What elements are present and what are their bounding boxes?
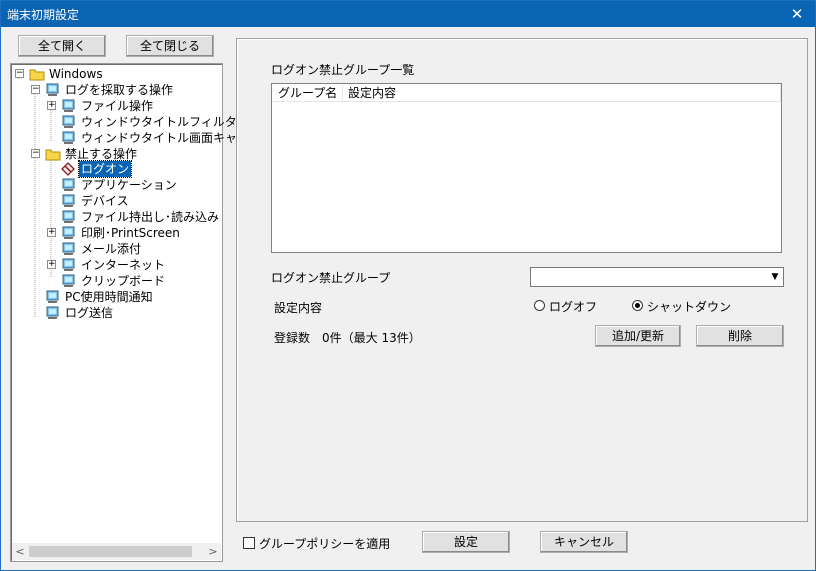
monitor-icon bbox=[62, 210, 75, 224]
tree-item-label[interactable]: 禁止する操作 bbox=[63, 146, 139, 162]
list-header: グループ名 設定内容 bbox=[273, 85, 781, 102]
tree-item[interactable]: メール添付 bbox=[11, 241, 222, 257]
group-label: ログオン禁止グループ bbox=[271, 271, 391, 285]
collapse-icon[interactable]: − bbox=[15, 69, 24, 78]
collapse-icon[interactable]: − bbox=[31, 148, 40, 158]
tree-item-label[interactable]: ウィンドウタイトルフィルタ bbox=[79, 114, 239, 130]
expand-all-button[interactable]: 全て開く bbox=[18, 35, 106, 57]
tree-item[interactable]: アプリケーション bbox=[11, 177, 222, 193]
collapse-all-button[interactable]: 全て閉じる bbox=[126, 35, 214, 57]
column-group-name[interactable]: グループ名 bbox=[273, 85, 343, 102]
tree-item-label[interactable]: ウィンドウタイトル画面キャ bbox=[79, 130, 239, 146]
tree-item[interactable]: − Windows bbox=[11, 66, 222, 82]
tree-item[interactable]: PC使用時間通知 bbox=[11, 289, 222, 305]
group-select[interactable]: ▼ bbox=[530, 267, 784, 287]
radio-logoff[interactable] bbox=[534, 300, 545, 311]
tree-item[interactable]: ログ送信 bbox=[11, 305, 222, 321]
radio-shutdown-label[interactable]: シャットダウン bbox=[647, 298, 731, 315]
folder-icon bbox=[29, 69, 45, 81]
chevron-down-icon[interactable]: ▼ bbox=[769, 270, 781, 284]
monitor-icon bbox=[62, 274, 75, 287]
tree-item[interactable]: + 印刷･PrintScreen bbox=[11, 225, 222, 241]
expand-icon[interactable]: + bbox=[47, 259, 56, 269]
monitor-icon bbox=[62, 99, 75, 112]
list-title: ログオン禁止グループ一覧 bbox=[271, 63, 415, 77]
tree-item-label[interactable]: メール添付 bbox=[79, 241, 143, 257]
monitor-icon bbox=[46, 306, 59, 319]
close-icon[interactable]: ✕ bbox=[779, 1, 815, 27]
tree-item[interactable]: ウィンドウタイトル画面キャ bbox=[11, 130, 237, 146]
monitor-icon bbox=[46, 83, 59, 96]
diamond-icon bbox=[61, 162, 75, 177]
expand-icon[interactable]: + bbox=[47, 100, 56, 110]
tree-item-label[interactable]: アプリケーション bbox=[79, 177, 179, 193]
settings-window: 端末初期設定 ✕ 全て開く 全て閉じる − Windows − ログを採取する操作 + フ… bbox=[0, 0, 816, 571]
radio-shutdown[interactable] bbox=[632, 300, 643, 311]
expand-icon[interactable]: + bbox=[47, 228, 56, 237]
tree-item-label[interactable]: ファイル持出し･読み込み bbox=[79, 209, 221, 225]
group-list[interactable]: グループ名 設定内容 bbox=[271, 83, 782, 253]
tree-item[interactable]: ウィンドウタイトルフィルタ bbox=[11, 114, 237, 130]
tree-item-label[interactable]: ファイル操作 bbox=[79, 98, 155, 114]
scroll-right-icon[interactable]: > bbox=[205, 543, 221, 560]
horizontal-scrollbar[interactable]: < > bbox=[12, 543, 221, 560]
monitor-icon bbox=[62, 178, 75, 192]
title-bar: 端末初期設定 ✕ bbox=[1, 1, 815, 27]
monitor-icon bbox=[62, 226, 75, 239]
tree-item-label[interactable]: Windows bbox=[47, 66, 105, 82]
add-update-button[interactable]: 追加/更新 bbox=[595, 325, 681, 347]
tree-item-label[interactable]: ログオン bbox=[77, 160, 133, 179]
column-setting[interactable]: 設定内容 bbox=[343, 85, 781, 102]
tree-item[interactable]: ファイル持出し･読み込み bbox=[11, 209, 222, 225]
policy-checkbox-label[interactable]: グループポリシーを適用 bbox=[259, 535, 390, 552]
tree-item-label[interactable]: ログを採取する操作 bbox=[63, 82, 175, 98]
setting-label: 設定内容 bbox=[274, 301, 323, 315]
tree-item[interactable]: + ファイル操作 bbox=[11, 98, 222, 114]
tree-item-label[interactable]: クリップボード bbox=[79, 273, 167, 289]
monitor-icon bbox=[46, 290, 59, 303]
ok-button[interactable]: 設定 bbox=[422, 531, 510, 553]
tree-item[interactable]: デバイス bbox=[11, 193, 222, 209]
window-title: 端末初期設定 bbox=[7, 8, 80, 22]
tree-item[interactable]: ログオン bbox=[11, 160, 222, 179]
scroll-left-icon[interactable]: < bbox=[12, 543, 28, 560]
monitor-icon bbox=[62, 242, 75, 255]
tree-item[interactable]: − 禁止する操作 bbox=[11, 146, 222, 162]
folder-icon bbox=[45, 149, 61, 160]
scroll-thumb[interactable] bbox=[29, 546, 192, 557]
tree-item-label[interactable]: ログ送信 bbox=[63, 305, 115, 321]
radio-logoff-label[interactable]: ログオフ bbox=[549, 298, 597, 315]
tree-item[interactable]: − ログを採取する操作 bbox=[11, 82, 222, 98]
cancel-button[interactable]: キャンセル bbox=[540, 531, 628, 553]
monitor-icon bbox=[62, 115, 75, 128]
monitor-icon bbox=[62, 194, 75, 208]
tree-item-label[interactable]: デバイス bbox=[79, 193, 131, 209]
policy-checkbox[interactable] bbox=[243, 537, 255, 549]
tree-item-label[interactable]: 印刷･PrintScreen bbox=[79, 225, 182, 241]
tree-item[interactable]: クリップボード bbox=[11, 273, 222, 289]
monitor-icon bbox=[62, 258, 75, 271]
tree-item[interactable]: + インターネット bbox=[11, 257, 222, 273]
monitor-icon bbox=[62, 131, 75, 144]
tree-panel: − Windows − ログを採取する操作 + ファイル操作 ウィンドウタイトルフィルタ ウィ… bbox=[10, 63, 237, 562]
tree-item-label[interactable]: インターネット bbox=[79, 257, 167, 273]
delete-button[interactable]: 削除 bbox=[696, 325, 784, 347]
collapse-icon[interactable]: − bbox=[31, 84, 40, 94]
tree-item-label[interactable]: PC使用時間通知 bbox=[63, 289, 155, 305]
registered-count: 登録数 0件（最大 13件） bbox=[274, 331, 421, 345]
